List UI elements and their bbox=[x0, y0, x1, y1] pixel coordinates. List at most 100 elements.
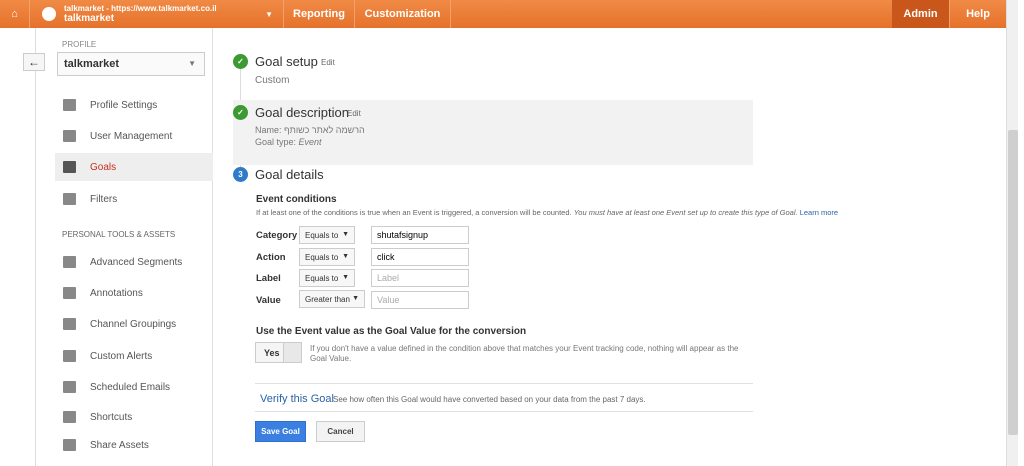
row-label: Label bbox=[256, 273, 281, 284]
home-button[interactable]: ⌂ bbox=[0, 0, 30, 28]
profile-select[interactable]: talkmarket ▼ bbox=[57, 52, 205, 76]
chevron-down-icon: ▼ bbox=[342, 274, 349, 281]
share-icon bbox=[63, 439, 76, 451]
section-title: Event conditions bbox=[256, 194, 337, 205]
check-icon: ✓ bbox=[233, 54, 248, 69]
label: Shortcuts bbox=[90, 411, 133, 423]
learn-more-link[interactable]: Learn more bbox=[800, 208, 838, 217]
edit-link[interactable]: Edit bbox=[347, 109, 361, 118]
megaphone-icon bbox=[63, 350, 76, 362]
check-icon: ✓ bbox=[233, 105, 248, 120]
step-title: Goal description bbox=[255, 105, 349, 120]
row-label: Action bbox=[256, 252, 286, 263]
verify-note: See how often this Goal would have conve… bbox=[333, 395, 646, 404]
label: Goal type: bbox=[255, 137, 297, 147]
label: Custom Alerts bbox=[90, 350, 153, 362]
action-input[interactable] bbox=[371, 248, 469, 266]
label: Scheduled Emails bbox=[90, 381, 171, 393]
category-input[interactable] bbox=[371, 226, 469, 244]
save-goal-button[interactable]: Save Goal bbox=[255, 421, 306, 442]
account-name: talkmarket bbox=[64, 13, 115, 24]
label: Advanced Segments bbox=[90, 256, 183, 268]
divider bbox=[255, 383, 753, 384]
label: Goals bbox=[90, 161, 117, 173]
back-button[interactable]: ← bbox=[23, 53, 45, 71]
sidebar-item-profile-settings[interactable]: Profile Settings bbox=[55, 91, 213, 119]
action-operator-select[interactable]: Equals to ▼ bbox=[299, 248, 355, 266]
verify-goal-link[interactable]: Verify this Goal bbox=[260, 393, 334, 405]
label-operator-select[interactable]: Equals to ▼ bbox=[299, 269, 355, 287]
edit-link[interactable]: Edit bbox=[321, 58, 335, 67]
label: Channel Groupings bbox=[90, 318, 177, 330]
divider bbox=[255, 411, 753, 412]
top-nav: ⌂ talkmarket - https://www.talkmarket.co… bbox=[0, 0, 1006, 28]
value: Greater than bbox=[305, 295, 350, 304]
label: Profile Settings bbox=[90, 99, 158, 111]
chevron-down-icon: ▼ bbox=[352, 295, 359, 302]
sidebar-item-user-management[interactable]: User Management bbox=[55, 122, 213, 150]
sidebar-item-goals[interactable]: Goals bbox=[55, 153, 213, 181]
step-value: Custom bbox=[255, 75, 290, 86]
value: Event bbox=[298, 137, 322, 147]
label: User Management bbox=[90, 130, 173, 142]
scrollbar-thumb[interactable] bbox=[1008, 130, 1018, 435]
document-icon bbox=[63, 99, 76, 111]
sidebar-item-annotations[interactable]: Annotations bbox=[55, 279, 213, 307]
flag-icon bbox=[63, 161, 76, 173]
cancel-button[interactable]: Cancel bbox=[316, 421, 365, 442]
sidebar-item-channel-groupings[interactable]: Channel Groupings bbox=[55, 310, 213, 338]
chevron-down-icon: ▼ bbox=[342, 231, 349, 238]
chevron-down-icon: ▼ bbox=[342, 253, 349, 260]
label: Annotations bbox=[90, 287, 143, 299]
users-icon bbox=[63, 130, 76, 142]
section-header: PERSONAL TOOLS & ASSETS bbox=[62, 230, 176, 239]
row-label: Value bbox=[256, 295, 281, 306]
account-url: talkmarket - https://www.talkmarket.co.i… bbox=[64, 4, 217, 13]
goal-name: Name: הרשמה לאתר כשותף bbox=[255, 125, 365, 135]
scrollbar[interactable] bbox=[1006, 0, 1018, 466]
grouping-icon bbox=[63, 318, 76, 330]
section-title: Use the Event value as the Goal Value fo… bbox=[256, 326, 527, 337]
text: You must have at least one Event set up … bbox=[573, 208, 798, 217]
text: If at least one of the conditions is tru… bbox=[256, 208, 572, 217]
value: Equals to bbox=[305, 274, 339, 283]
step-title: Goal setup bbox=[255, 54, 318, 69]
comment-icon bbox=[63, 287, 76, 299]
category-operator-select[interactable]: Equals to ▼ bbox=[299, 226, 355, 244]
value-input[interactable] bbox=[371, 291, 469, 309]
label-input[interactable] bbox=[371, 269, 469, 287]
sidebar-item-shortcuts[interactable]: Shortcuts bbox=[55, 403, 213, 431]
conditions-note: If at least one of the conditions is tru… bbox=[256, 208, 838, 217]
clock-icon bbox=[63, 381, 76, 393]
step-title: Goal details bbox=[255, 167, 324, 182]
toggle-knob bbox=[283, 343, 301, 362]
sidebar-item-advanced-segments[interactable]: Advanced Segments bbox=[55, 248, 213, 276]
filter-icon bbox=[63, 193, 76, 205]
globe-icon bbox=[42, 7, 56, 21]
value-operator-select[interactable]: Greater than ▼ bbox=[299, 290, 365, 308]
sidebar-item-scheduled-emails[interactable]: Scheduled Emails bbox=[55, 373, 213, 401]
sidebar-item-filters[interactable]: Filters bbox=[55, 185, 213, 213]
tab-reporting[interactable]: Reporting bbox=[284, 0, 355, 28]
segments-icon bbox=[63, 256, 76, 268]
home-icon: ⌂ bbox=[11, 8, 18, 20]
value: Equals to bbox=[305, 231, 339, 240]
toggle-note: If you don't have a value defined in the… bbox=[310, 344, 739, 363]
tab-admin[interactable]: Admin bbox=[892, 0, 950, 28]
chevron-down-icon: ▼ bbox=[265, 9, 273, 19]
profile-label: PROFILE bbox=[62, 40, 97, 49]
step-number: 3 bbox=[233, 167, 248, 182]
goal-value-toggle[interactable]: Yes bbox=[255, 342, 302, 363]
label: Share Assets bbox=[90, 439, 149, 451]
account-selector[interactable]: talkmarket - https://www.talkmarket.co.i… bbox=[30, 0, 284, 28]
profile-value: talkmarket bbox=[64, 58, 120, 70]
tab-help[interactable]: Help bbox=[950, 0, 1006, 28]
tab-customization[interactable]: Customization bbox=[355, 0, 451, 28]
sidebar-item-custom-alerts[interactable]: Custom Alerts bbox=[55, 342, 213, 370]
value: Equals to bbox=[305, 253, 339, 262]
sidebar-item-share-assets[interactable]: Share Assets bbox=[55, 431, 213, 459]
toggle-label: Yes bbox=[264, 348, 280, 358]
goal-type: Goal type: Event bbox=[255, 137, 322, 147]
label: Filters bbox=[90, 193, 118, 205]
shortcut-icon bbox=[63, 411, 76, 423]
